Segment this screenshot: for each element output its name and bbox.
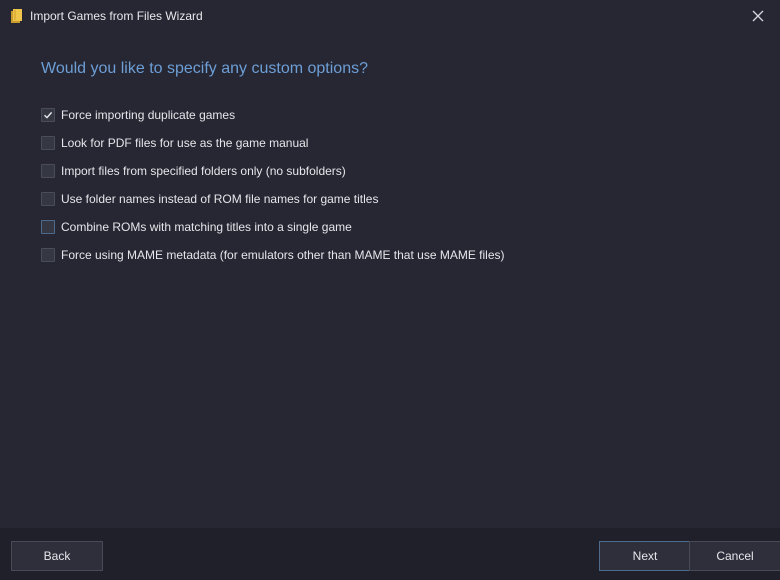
back-button[interactable]: Back <box>11 541 103 571</box>
checkbox[interactable] <box>41 220 55 234</box>
wizard-window: Import Games from Files Wizard Would you… <box>0 0 780 580</box>
options-list: Force importing duplicate games Look for… <box>41 101 505 269</box>
next-button[interactable]: Next <box>599 541 691 571</box>
page-heading: Would you like to specify any custom opt… <box>41 60 368 77</box>
cancel-button[interactable]: Cancel <box>689 541 780 571</box>
close-icon[interactable] <box>750 8 766 24</box>
option-label: Force importing duplicate games <box>61 108 236 122</box>
option-label: Force using MAME metadata (for emulators… <box>61 248 505 262</box>
option-mame-metadata[interactable]: Force using MAME metadata (for emulators… <box>41 241 505 269</box>
checkbox[interactable] <box>41 164 55 178</box>
option-label: Look for PDF files for use as the game m… <box>61 136 309 150</box>
option-label: Import files from specified folders only… <box>61 164 346 178</box>
option-no-subfolders[interactable]: Import files from specified folders only… <box>41 157 505 185</box>
option-combine-roms[interactable]: Combine ROMs with matching titles into a… <box>41 213 505 241</box>
option-pdf-manual[interactable]: Look for PDF files for use as the game m… <box>41 129 505 157</box>
option-folder-names[interactable]: Use folder names instead of ROM file nam… <box>41 185 505 213</box>
title-bar: Import Games from Files Wizard <box>0 0 780 32</box>
checkbox[interactable] <box>41 108 55 122</box>
checkbox[interactable] <box>41 192 55 206</box>
button-bar: Back Next Cancel <box>0 528 780 580</box>
option-label: Combine ROMs with matching titles into a… <box>61 220 352 234</box>
checkbox[interactable] <box>41 248 55 262</box>
checkmark-icon <box>44 111 53 119</box>
option-label: Use folder names instead of ROM file nam… <box>61 192 379 206</box>
option-force-duplicates[interactable]: Force importing duplicate games <box>41 101 505 129</box>
checkbox[interactable] <box>41 136 55 150</box>
window-title: Import Games from Files Wizard <box>30 9 203 23</box>
folder-icon <box>10 8 24 24</box>
